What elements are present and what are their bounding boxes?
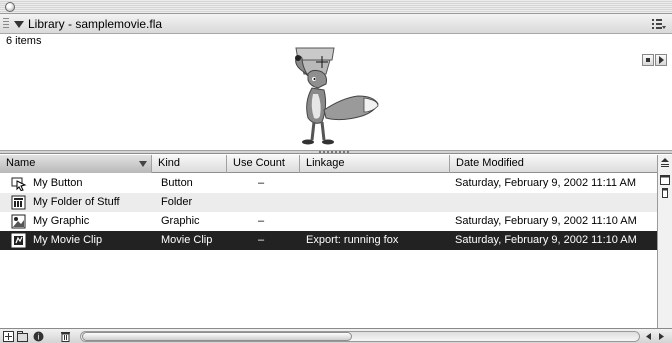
new-folder-icon[interactable]: [17, 331, 28, 342]
column-label-kind: Kind: [158, 157, 181, 169]
window-titlebar[interactable]: [0, 0, 672, 14]
item-date-modified: Saturday, February 9, 2002 11:10 AM: [455, 215, 637, 227]
item-kind: Button: [161, 177, 193, 189]
symbol-preview-area: [0, 47, 672, 151]
delete-icon[interactable]: [60, 331, 71, 342]
preview-play-button[interactable]: [655, 54, 667, 66]
sort-descending-icon: [139, 161, 147, 167]
library-panel-header: Library - samplemovie.fla: [0, 14, 672, 34]
column-header-name[interactable]: Name: [0, 155, 152, 173]
column-header-date-modified[interactable]: Date Modified: [450, 155, 657, 173]
item-name: My Movie Clip: [33, 234, 103, 246]
item-name: My Graphic: [33, 215, 90, 227]
fox-preview-image: [295, 47, 379, 145]
preview-stop-button[interactable]: [642, 54, 654, 66]
collapse-triangle-icon[interactable]: [14, 21, 24, 28]
window-close-button[interactable]: [5, 2, 15, 12]
vertical-scrollbar[interactable]: [657, 155, 672, 328]
item-name: My Button: [33, 177, 83, 189]
folder-icon: [11, 195, 26, 210]
library-item-list: My Button Button – Saturday, February 9,…: [0, 173, 657, 328]
item-date-modified: Saturday, February 9, 2002 11:10 AM: [455, 234, 637, 246]
column-header-row: Name Kind Use Count Linkage Date Modifie…: [0, 155, 657, 173]
panel-options-menu-icon[interactable]: [652, 18, 666, 30]
column-label-linkage: Linkage: [306, 157, 345, 169]
properties-icon[interactable]: i: [33, 331, 44, 342]
panel-title: Library - samplemovie.fla: [28, 17, 163, 31]
item-use-count: –: [258, 215, 265, 227]
item-kind: Movie Clip: [161, 234, 213, 246]
movie-clip-symbol-icon: [11, 233, 26, 248]
graphic-symbol-icon: [11, 214, 26, 229]
button-symbol-icon: [11, 177, 27, 191]
narrow-state-icon[interactable]: [660, 188, 670, 198]
panel-grip-icon[interactable]: [3, 18, 9, 30]
scroll-right-arrow-icon[interactable]: [656, 331, 667, 342]
item-name: My Folder of Stuff: [33, 196, 120, 208]
column-header-linkage[interactable]: Linkage: [300, 155, 450, 173]
column-header-kind[interactable]: Kind: [152, 155, 227, 173]
wide-state-icon[interactable]: [660, 175, 670, 185]
horizontal-scrollbar-thumb[interactable]: [82, 332, 352, 341]
library-item-row[interactable]: My Graphic Graphic – Saturday, February …: [0, 212, 657, 231]
item-date-modified: Saturday, February 9, 2002 11:11 AM: [455, 177, 636, 189]
column-label-date-modified: Date Modified: [456, 157, 524, 169]
library-item-row[interactable]: My Folder of Stuff Folder: [0, 193, 657, 212]
library-item-row[interactable]: My Button Button – Saturday, February 9,…: [0, 174, 657, 193]
preview-splitter[interactable]: [0, 151, 672, 154]
sort-order-icon[interactable]: [660, 158, 670, 168]
column-label-name: Name: [6, 157, 36, 169]
splitter-grip-icon: [319, 151, 349, 153]
scroll-left-arrow-icon[interactable]: [643, 331, 654, 342]
column-header-use-count[interactable]: Use Count: [227, 155, 300, 173]
new-symbol-icon[interactable]: [3, 331, 14, 342]
item-use-count: –: [258, 177, 265, 189]
library-bottom-toolbar: i: [0, 328, 672, 343]
item-linkage: Export: running fox: [306, 234, 399, 246]
item-use-count: –: [258, 234, 265, 246]
svg-text:i: i: [38, 333, 40, 342]
horizontal-scrollbar-track[interactable]: [80, 331, 640, 342]
column-label-use-count: Use Count: [233, 157, 285, 169]
item-kind: Graphic: [161, 215, 200, 227]
library-item-row-selected[interactable]: My Movie Clip Movie Clip – Export: runni…: [0, 231, 657, 250]
item-kind: Folder: [161, 196, 193, 208]
